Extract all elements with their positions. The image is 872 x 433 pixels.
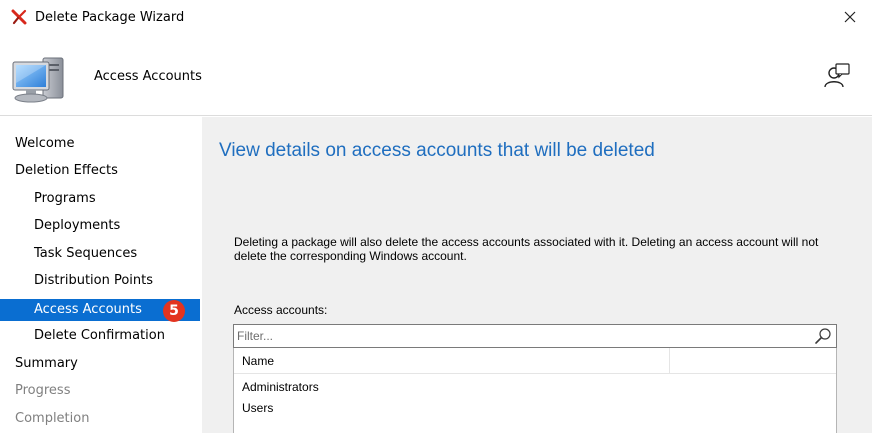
close-icon bbox=[844, 11, 856, 23]
sidebar-item-delete-confirmation[interactable]: Delete Confirmation bbox=[0, 325, 200, 347]
sidebar-item-welcome[interactable]: Welcome bbox=[0, 133, 200, 155]
sidebar-item-deletion-effects[interactable]: Deletion Effects bbox=[0, 160, 200, 182]
wizard-header: Access Accounts bbox=[0, 36, 872, 116]
main-panel: View details on access accounts that wil… bbox=[202, 117, 872, 433]
table-row[interactable]: Administrators bbox=[234, 377, 836, 397]
step-number-badge: 5 bbox=[163, 300, 185, 322]
window-title: Delete Package Wizard bbox=[35, 10, 185, 25]
sidebar-item-progress: Progress bbox=[15, 383, 71, 398]
sidebar-item-programs[interactable]: Programs bbox=[0, 188, 200, 210]
access-accounts-label: Access accounts: bbox=[234, 303, 328, 317]
sidebar-item-distribution-points[interactable]: Distribution Points bbox=[0, 270, 200, 292]
table-row[interactable]: Users bbox=[234, 398, 836, 418]
page-title: View details on access accounts that wil… bbox=[219, 140, 655, 161]
description-text: Deleting a package will also delete the … bbox=[234, 235, 819, 263]
filter-input[interactable] bbox=[237, 327, 802, 345]
sidebar-item-label: Access Accounts bbox=[34, 302, 142, 317]
sidebar-item-task-sequences[interactable]: Task Sequences bbox=[0, 243, 200, 265]
close-button[interactable] bbox=[837, 5, 863, 29]
page-heading: Access Accounts bbox=[94, 69, 202, 84]
wizard-steps-sidebar: Welcome Deletion Effects Programs Deploy… bbox=[0, 117, 200, 433]
sidebar-item-summary[interactable]: Summary bbox=[0, 353, 200, 375]
sidebar-item-completion: Completion bbox=[15, 411, 90, 426]
search-icon[interactable] bbox=[814, 327, 832, 345]
column-header-name[interactable]: Name bbox=[234, 348, 670, 374]
filter-box bbox=[233, 324, 837, 348]
sidebar-item-access-accounts[interactable]: Access Accounts 5 bbox=[0, 299, 200, 322]
sidebar-item-deployments[interactable]: Deployments bbox=[0, 215, 200, 237]
help-user-icon[interactable] bbox=[822, 61, 852, 91]
computer-icon bbox=[9, 50, 71, 108]
red-x-icon bbox=[11, 9, 27, 25]
title-bar: Delete Package Wizard bbox=[0, 0, 872, 36]
access-accounts-list[interactable]: Name Administrators Users bbox=[233, 348, 837, 433]
list-header: Name bbox=[234, 348, 836, 374]
